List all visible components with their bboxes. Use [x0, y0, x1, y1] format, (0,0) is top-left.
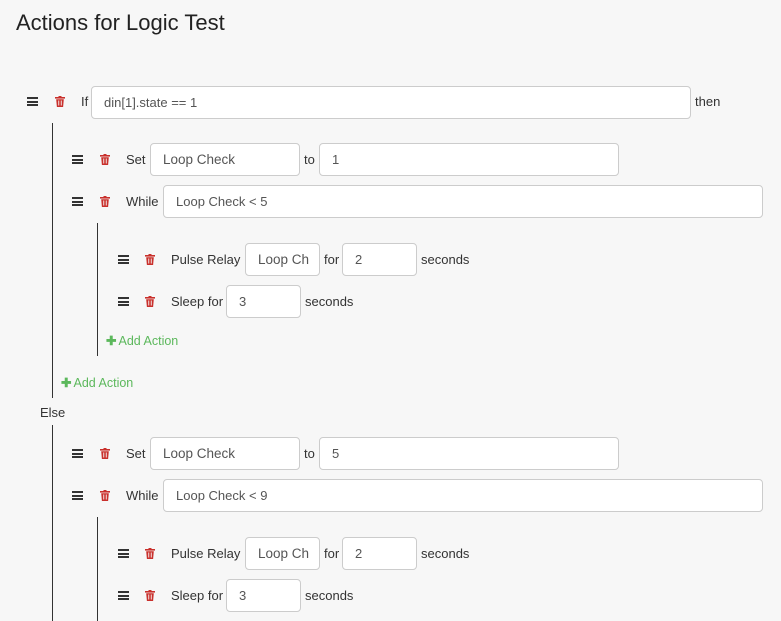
while-label: While: [126, 194, 159, 209]
trash-icon[interactable]: [100, 196, 110, 207]
if-label: If: [81, 94, 89, 109]
pulse-duration-input[interactable]: [342, 243, 417, 276]
trash-icon[interactable]: [100, 490, 110, 501]
trash-icon[interactable]: [145, 254, 155, 265]
trash-icon[interactable]: [100, 154, 110, 165]
drag-handle-icon[interactable]: [118, 549, 129, 558]
drag-handle-icon[interactable]: [72, 449, 83, 458]
seconds-label: seconds: [305, 294, 354, 309]
sleep-duration-input[interactable]: [226, 579, 301, 612]
else-branch-line: [52, 425, 53, 621]
to-label: to: [304, 446, 315, 461]
sleep-label: Sleep for: [171, 588, 224, 603]
plus-icon: ✚: [61, 376, 72, 390]
seconds-label: seconds: [421, 252, 470, 267]
pulse-duration-input[interactable]: [342, 537, 417, 570]
set-label: Set: [126, 446, 146, 461]
drag-handle-icon[interactable]: [27, 97, 38, 106]
while-condition-input[interactable]: [163, 479, 763, 512]
then-branch-line: [52, 123, 53, 398]
set-variable-select[interactable]: Loop Check: [150, 143, 300, 176]
for-label: for: [324, 252, 340, 267]
pulse-relay-label: Pulse Relay: [171, 546, 241, 561]
pulse-relay-label: Pulse Relay: [171, 252, 241, 267]
add-action-link[interactable]: ✚ Add Action: [61, 375, 133, 391]
set-value-input[interactable]: [319, 437, 619, 470]
set-value-input[interactable]: [319, 143, 619, 176]
drag-handle-icon[interactable]: [118, 297, 129, 306]
sleep-duration-input[interactable]: [226, 285, 301, 318]
set-label: Set: [126, 152, 146, 167]
relay-select[interactable]: Loop Ch: [245, 243, 320, 276]
drag-handle-icon[interactable]: [72, 155, 83, 164]
trash-icon[interactable]: [145, 296, 155, 307]
then-label: then: [695, 94, 721, 109]
to-label: to: [304, 152, 315, 167]
set-variable-select[interactable]: Loop Check: [150, 437, 300, 470]
add-action-link[interactable]: ✚ Add Action: [106, 333, 178, 349]
while-condition-input[interactable]: [163, 185, 763, 218]
while-branch-line: [97, 517, 98, 621]
page-title: Actions for Logic Test: [16, 10, 225, 35]
drag-handle-icon[interactable]: [72, 197, 83, 206]
sleep-label: Sleep for: [171, 294, 224, 309]
trash-icon[interactable]: [145, 548, 155, 559]
drag-handle-icon[interactable]: [118, 255, 129, 264]
drag-handle-icon[interactable]: [118, 591, 129, 600]
relay-select[interactable]: Loop Ch: [245, 537, 320, 570]
while-label: While: [126, 488, 159, 503]
plus-icon: ✚: [106, 334, 117, 348]
else-label: Else: [40, 405, 66, 420]
trash-icon[interactable]: [100, 448, 110, 459]
trash-icon[interactable]: [145, 590, 155, 601]
while-branch-line: [97, 223, 98, 356]
drag-handle-icon[interactable]: [72, 491, 83, 500]
if-condition-input[interactable]: [91, 86, 691, 119]
trash-icon[interactable]: [55, 96, 65, 107]
for-label: for: [324, 546, 340, 561]
seconds-label: seconds: [305, 588, 354, 603]
seconds-label: seconds: [421, 546, 470, 561]
